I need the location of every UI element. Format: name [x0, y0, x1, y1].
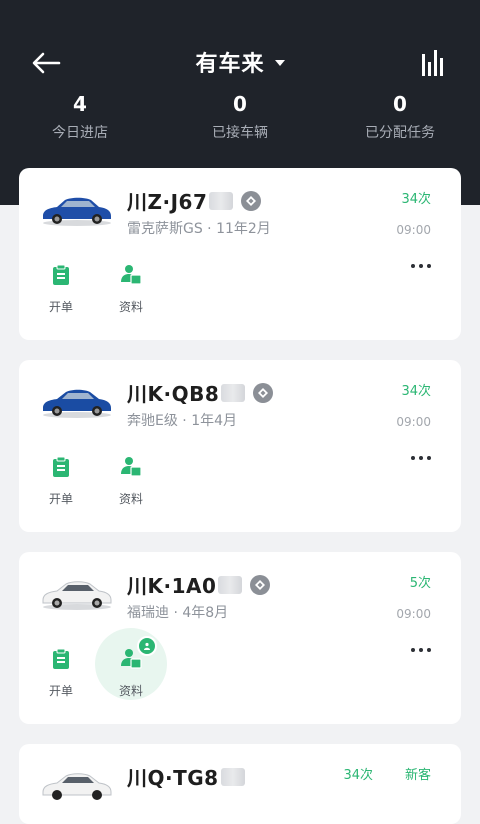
plate-number: 川K·1A0: [127, 570, 271, 599]
stats-row: 4 今日进店 0 已接车辆 0 已分配任务: [0, 92, 480, 142]
stat-received-vehicles[interactable]: 0 已接车辆: [160, 92, 320, 142]
profile-button[interactable]: 资料: [107, 260, 155, 315]
plate-blur: [220, 767, 245, 786]
vehicle-card[interactable]: 川K·1A0 福瑞迪 · 4年8月 5次 09:00 开单 资料: [19, 552, 461, 724]
clipboard-icon: [53, 264, 69, 285]
open-order-button[interactable]: 开单: [37, 644, 85, 699]
plate-text: 川Z·J67: [127, 190, 208, 214]
visit-count: 34次: [401, 384, 431, 399]
profile-card-icon: [121, 265, 142, 285]
stat-label: 已分配任务: [365, 125, 435, 141]
vehicle-model: 福瑞迪 · 4年8月: [127, 605, 229, 621]
vehicle-card[interactable]: 川K·QB8 奔驰E级 · 1年4月 34次 09:00 开单 资料: [19, 360, 461, 532]
more-options-icon[interactable]: [411, 264, 431, 268]
stat-label: 今日进店: [52, 125, 108, 141]
action-label: 资料: [118, 492, 143, 506]
action-label: 资料: [118, 300, 143, 314]
visit-count: 5次: [409, 576, 431, 591]
vehicle-model: 雷克萨斯GS · 11年2月: [127, 221, 271, 237]
stat-value: 4: [73, 92, 87, 116]
visit-time: 09:00: [396, 223, 431, 237]
plate-text: 川K·QB8: [127, 382, 220, 406]
car-image: [42, 773, 112, 800]
plate-number: 川Q·TG8: [127, 762, 245, 791]
more-options-icon[interactable]: [411, 456, 431, 460]
car-image: [43, 197, 111, 226]
vip-badge-icon: [250, 574, 271, 595]
profile-card-icon: [121, 457, 142, 477]
stat-label: 已接车辆: [212, 125, 268, 141]
more-options-icon[interactable]: [411, 648, 431, 652]
user-badge-icon: [137, 636, 157, 656]
clipboard-icon: [53, 648, 69, 669]
stat-assigned-tasks[interactable]: 0 已分配任务: [320, 92, 480, 142]
caret-down-icon: [274, 60, 285, 66]
plate-text: 川Q·TG8: [127, 766, 219, 790]
plate-number: 川K·QB8: [127, 378, 274, 407]
car-image: [42, 581, 112, 610]
visit-time: 09:00: [396, 415, 431, 429]
vip-badge-icon: [241, 190, 262, 211]
vehicle-card[interactable]: 川Z·J67 雷克萨斯GS · 11年2月 34次 09:00 开单 资料: [19, 168, 461, 340]
plate-blur: [218, 575, 243, 594]
action-label: 开单: [48, 300, 73, 314]
clipboard-icon: [53, 456, 69, 477]
visit-time: 09:00: [396, 607, 431, 621]
plate-blur: [209, 191, 234, 210]
vehicle-model: 奔驰E级 · 1年4月: [127, 413, 238, 429]
open-order-button[interactable]: 开单: [37, 452, 85, 507]
action-label: 开单: [48, 684, 73, 698]
stat-value: 0: [233, 92, 247, 116]
visit-count: 34次: [401, 192, 431, 207]
stat-value: 0: [393, 92, 407, 116]
page-title: 有车来: [195, 52, 265, 77]
profile-button[interactable]: 资料: [95, 628, 167, 700]
open-order-button[interactable]: 开单: [37, 260, 85, 315]
action-label: 资料: [118, 684, 143, 698]
stat-today-visits[interactable]: 4 今日进店: [0, 92, 160, 142]
plate-blur: [221, 383, 246, 402]
plate-number: 川Z·J67: [127, 186, 262, 215]
statistics-icon[interactable]: [422, 48, 450, 76]
plate-text: 川K·1A0: [127, 574, 217, 598]
car-image: [43, 389, 111, 418]
new-customer-tag: 新客: [404, 768, 431, 783]
vip-badge-icon: [253, 382, 274, 403]
title-dropdown[interactable]: 有车来: [0, 44, 480, 80]
action-label: 开单: [48, 492, 73, 506]
profile-button[interactable]: 资料: [107, 452, 155, 507]
vehicle-card[interactable]: 川Q·TG8 34次 新客: [19, 744, 461, 824]
visit-count: 34次: [343, 768, 373, 783]
